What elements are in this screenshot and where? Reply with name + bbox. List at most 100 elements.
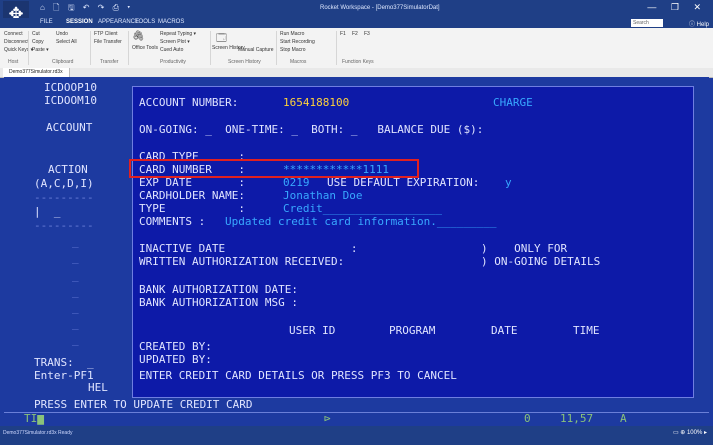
ongoing-options[interactable]: ON-GOING: _ ONE-TIME: _ BOTH: _ BALANCE … xyxy=(139,123,483,136)
column-date: DATE xyxy=(491,324,518,337)
action-slot-6[interactable]: _ xyxy=(72,317,79,330)
terminal-status-line: TI▆ ⊳ 0 11,57 A xyxy=(4,412,709,426)
ribbon-separator xyxy=(276,31,277,65)
group-label-screen-history: Screen History xyxy=(228,59,261,65)
status-text: Demo377Simulator.rd3x Ready xyxy=(3,430,73,436)
action-label: ACTION xyxy=(48,163,88,176)
select-all-button[interactable]: Select All xyxy=(56,39,77,45)
program-id-1: ICDOOP10 xyxy=(44,81,97,94)
use-default-value[interactable]: y xyxy=(505,176,512,189)
comments-label: COMMENTS : xyxy=(139,215,206,228)
action-slot-2[interactable]: _ xyxy=(72,251,79,264)
copy-button[interactable]: Copy xyxy=(32,39,44,45)
action-slot-5[interactable]: _ xyxy=(72,301,79,314)
account-label: ACCOUNT xyxy=(46,121,93,134)
divider-1: --------- xyxy=(34,191,94,204)
ftp-client-button[interactable]: FTP Client xyxy=(94,31,118,37)
help-label: HEL xyxy=(88,381,108,394)
document-tab[interactable]: Demo377Simulator.rd3x xyxy=(3,68,70,77)
search-input[interactable]: Search xyxy=(631,19,663,27)
input-mode: A xyxy=(620,412,627,425)
group-label-macros: Macros xyxy=(290,59,307,65)
help-button[interactable]: ⓘ Help xyxy=(689,19,709,28)
tab-session[interactable]: SESSION xyxy=(66,19,93,25)
tab-file[interactable]: FILE xyxy=(40,19,53,25)
stop-macro-button[interactable]: Stop Macro xyxy=(280,47,306,53)
action-slot-1[interactable]: _ xyxy=(72,235,79,248)
app-status-bar: Demo377Simulator.rd3x Ready ▭ ⊕ 100% ▸ xyxy=(0,426,713,445)
undo-button[interactable]: Undo xyxy=(56,31,68,37)
status-code: 0 xyxy=(524,412,531,425)
connect-button[interactable]: Connect xyxy=(4,31,23,37)
instructions-text: ENTER CREDIT CARD DETAILS OR PRESS PF3 T… xyxy=(139,369,457,382)
quick-access-toolbar[interactable]: ⌂ 🗋 🖫 ↶ ↷ ⎙ ▾ xyxy=(40,2,133,16)
paperclip-icon[interactable]: 🖇 xyxy=(132,31,145,42)
charge-label: CHARGE xyxy=(493,96,533,109)
start-recording-button[interactable]: Start Recording xyxy=(280,39,315,45)
group-label-function-keys: Function Keys xyxy=(342,59,374,65)
ribbon-separator xyxy=(28,31,29,65)
zoom-controls[interactable]: ▭ ⊕ 100% ▸ xyxy=(673,429,707,436)
window-title: Rocket Workspace - [Demo377SimulatorDat] xyxy=(320,5,440,11)
run-macro-button[interactable]: Run Macro xyxy=(280,31,304,37)
group-label-host: Host xyxy=(8,59,19,65)
ribbon-tabs: FILE SESSION APPEARANCE TOOLS MACROS Sea… xyxy=(0,18,713,28)
type-label: TYPE : xyxy=(139,202,245,215)
action-codes: (A,C,D,I) xyxy=(34,177,94,190)
action-input[interactable]: | _ xyxy=(34,205,61,218)
group-label-clipboard: Clipboard xyxy=(52,59,74,65)
bank-auth-msg-label: BANK AUTHORIZATION MSG : xyxy=(139,296,298,309)
comments-value[interactable]: Updated credit card information.________… xyxy=(225,215,497,228)
repeat-typing-button[interactable]: Repeat Typing ▾ xyxy=(160,31,196,37)
account-number-value: 1654188100 xyxy=(283,96,350,109)
title-bar: ✥ ⌂ 🗋 🖫 ↶ ↷ ⎙ ▾ Rocket Workspace - [Demo… xyxy=(0,0,713,27)
ribbon-separator xyxy=(210,31,211,65)
cued-auto-button[interactable]: Cued Auto xyxy=(160,47,183,53)
tab-appearance[interactable]: APPEARANCE xyxy=(98,19,139,25)
ribbon-separator xyxy=(90,31,91,65)
updated-by-label: UPDATED BY: xyxy=(139,353,212,366)
column-program: PROGRAM xyxy=(389,324,436,337)
terminal-screen[interactable]: ICDOOP10 ICDOOM10 ACCOUNT ACTION (A,C,D,… xyxy=(4,77,709,426)
action-slot-4[interactable]: _ xyxy=(72,285,79,298)
status-divider xyxy=(4,412,709,413)
enter-pf1-label: Enter-PF1 xyxy=(34,369,94,382)
office-tools-button[interactable]: Office Tools xyxy=(132,45,158,51)
cardholder-label: CARDHOLDER NAME: xyxy=(139,189,245,202)
cursor-position: 11,57 xyxy=(560,412,594,425)
account-number-label: ACCOUNT NUMBER: xyxy=(139,96,239,109)
cardholder-value[interactable]: Jonathan Doe xyxy=(283,189,362,202)
action-slot-3[interactable]: _ xyxy=(72,269,79,282)
f3-key-button[interactable]: F3 xyxy=(364,31,370,37)
paste-button[interactable]: Paste ▾ xyxy=(32,47,49,53)
f1-key-button[interactable]: F1 xyxy=(340,31,346,37)
f2-key-button[interactable]: F2 xyxy=(352,31,358,37)
group-label-productivity: Productivity xyxy=(160,59,186,65)
created-by-label: CREATED BY: xyxy=(139,340,212,353)
trans-input[interactable]: TRANS: _ xyxy=(34,356,94,369)
type-value[interactable]: Credit__________________ xyxy=(283,202,442,215)
ribbon-separator xyxy=(336,31,337,65)
screen-plot-button[interactable]: Screen Plot ▾ xyxy=(160,39,190,45)
keyboard-indicator: TI▆ xyxy=(24,412,44,425)
tab-tools[interactable]: TOOLS xyxy=(135,19,155,25)
bank-auth-date-label: BANK AUTHORIZATION DATE: xyxy=(139,283,298,296)
written-auth-label: WRITTEN AUTHORIZATION RECEIVED: xyxy=(139,255,345,268)
group-label-transfer: Transfer xyxy=(100,59,119,65)
file-transfer-button[interactable]: File Transfer xyxy=(94,39,122,45)
ribbon-separator xyxy=(128,31,129,65)
column-user-id: USER ID xyxy=(289,324,336,337)
manual-capture-button[interactable]: Manual Capture xyxy=(238,47,274,53)
inactive-date-label: INACTIVE DATE : xyxy=(139,242,358,255)
only-for-label: ) ONLY FOR xyxy=(481,242,568,255)
tab-macros[interactable]: MACROS xyxy=(158,19,184,25)
disconnect-button[interactable]: Disconnect xyxy=(4,39,29,45)
ribbon: Connect Disconnect Quick Keys ▾ Host Cut… xyxy=(0,28,713,69)
cut-button[interactable]: Cut xyxy=(32,31,40,37)
card-number-highlight xyxy=(129,159,419,178)
divider-2: --------- xyxy=(34,219,94,232)
window-controls[interactable]: — ❐ ✕ xyxy=(647,2,707,13)
detail-panel: ACCOUNT NUMBER: 1654188100 CHARGE ON-GOI… xyxy=(132,86,694,398)
action-slot-7[interactable]: _ xyxy=(72,333,79,346)
press-enter-message: PRESS ENTER TO UPDATE CREDIT CARD xyxy=(34,398,253,411)
